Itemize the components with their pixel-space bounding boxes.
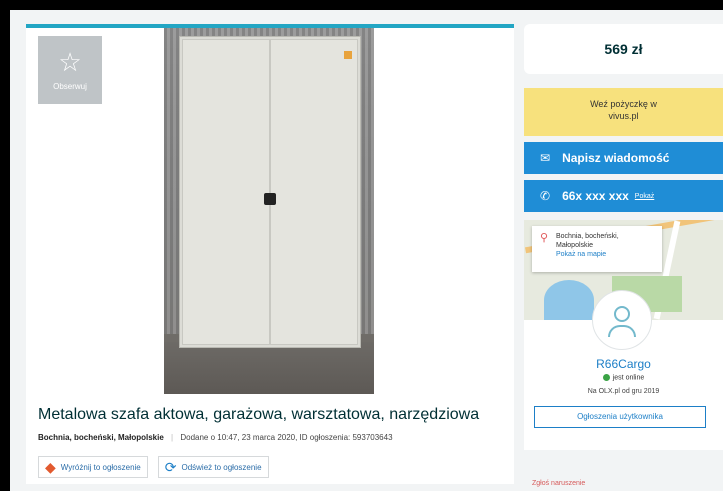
map-location-line-1: Bochnia, bocheński, xyxy=(556,233,619,240)
observe-button[interactable]: ☆ Obserwuj xyxy=(38,36,102,104)
map-pin-icon: ⚲ xyxy=(540,232,549,244)
online-status: jest online xyxy=(524,374,723,381)
seller-name[interactable]: R66Cargo xyxy=(524,357,723,371)
ad-main-card: ☆ Obserwuj Metalowa szafa aktowa, garażo… xyxy=(26,24,514,484)
sidebar: 569 zł Weź pożyczkę w vivus.pl ✉ Napisz … xyxy=(524,24,723,450)
send-message-label: Napisz wiadomość xyxy=(562,151,670,165)
refresh-ad-button[interactable]: ⟳ Odśwież to ogłoszenie xyxy=(157,456,269,478)
star-icon: ☆ xyxy=(58,47,82,77)
cabinet-door-right xyxy=(270,39,358,345)
cabinet-lock xyxy=(264,193,276,205)
ad-meta: Bochnia, bocheński, Małopolskie | Dodane… xyxy=(38,433,393,442)
cabinet-image xyxy=(179,36,361,348)
show-on-map-link[interactable]: Pokaż na mapie xyxy=(556,250,656,259)
refresh-icon: ⟳ xyxy=(164,458,177,475)
ad-page: ☆ Obserwuj Metalowa szafa aktowa, garażo… xyxy=(10,10,723,491)
map-location-line-2: Małopolskie xyxy=(556,242,593,249)
map-water xyxy=(544,280,594,320)
online-dot-icon xyxy=(602,374,610,381)
envelope-icon: ✉ xyxy=(540,151,551,165)
phone-button[interactable]: ✆ 66x xxx xxx Pokaż xyxy=(524,180,723,212)
user-head-icon xyxy=(614,306,630,322)
ad-photo[interactable] xyxy=(164,28,374,394)
cabinet-door-left xyxy=(182,39,270,345)
avatar xyxy=(592,290,652,350)
online-status-label: jest online xyxy=(612,374,645,382)
report-link[interactable]: Zgłoś naruszenie xyxy=(532,480,585,487)
loan-banner[interactable]: Weź pożyczkę w vivus.pl xyxy=(524,88,723,136)
ad-title: Metalowa szafa aktowa, garażowa, warszta… xyxy=(38,406,480,423)
phone-number: 66x xxx xxx xyxy=(562,189,629,203)
cabinet-sticker xyxy=(344,51,352,59)
seller-since: Na OLX.pl od gru 2019 xyxy=(587,388,660,395)
observe-label: Obserwuj xyxy=(53,82,87,91)
ad-actions: ◆ Wyróżnij to ogłoszenie ⟳ Odśwież to og… xyxy=(38,456,269,478)
user-ads-button[interactable]: Ogłoszenia użytkownika xyxy=(534,406,706,428)
seller-card: ⚲ Bochnia, bocheński, Małopolskie Pokaż … xyxy=(524,220,723,450)
promote-ad-label: Wyróżnij to ogłoszenie xyxy=(60,462,141,472)
price: 569 zł xyxy=(524,24,723,74)
ad-added-info: Dodane o 10:47, 23 marca 2020, ID ogłosz… xyxy=(180,433,393,442)
promote-ad-button[interactable]: ◆ Wyróżnij to ogłoszenie xyxy=(38,456,148,478)
phone-icon: ✆ xyxy=(540,189,551,203)
user-body-icon xyxy=(608,325,636,337)
refresh-ad-label: Odśwież to ogłoszenie xyxy=(181,462,262,472)
loan-line-2: vivus.pl xyxy=(608,111,639,121)
kite-icon: ◆ xyxy=(45,458,56,475)
meta-divider: | xyxy=(171,433,174,442)
send-message-button[interactable]: ✉ Napisz wiadomość xyxy=(524,142,723,174)
loan-line-1: Weź pożyczkę w xyxy=(590,99,657,109)
show-phone-link[interactable]: Pokaż xyxy=(635,193,654,200)
ad-location: Bochnia, bocheński, Małopolskie xyxy=(38,433,164,442)
map-popup: ⚲ Bochnia, bocheński, Małopolskie Pokaż … xyxy=(532,226,662,272)
photo-floor xyxy=(164,342,374,394)
